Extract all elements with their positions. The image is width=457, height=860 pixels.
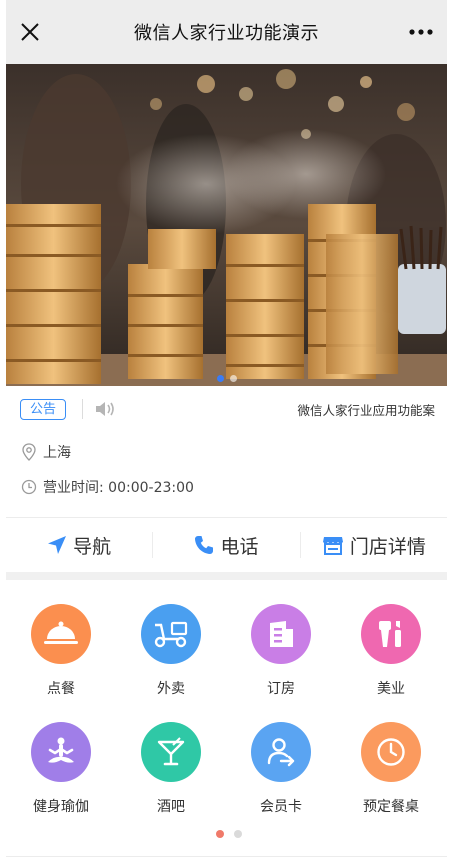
grid-label: 酒吧 <box>157 799 185 815</box>
navigation-label: 导航 <box>73 535 112 558</box>
member-card-icon <box>267 738 295 767</box>
section-gap <box>6 572 447 580</box>
cosmetics-icon <box>379 621 401 647</box>
scooter-icon <box>154 621 188 648</box>
icon-circle <box>31 604 91 664</box>
grid-item-yoga[interactable]: 健身瑜伽 <box>6 722 116 816</box>
page: 微信人家行业功能演示 公告 微信人家行业应用功能案 上海 营业时间: 00:00… <box>0 0 457 860</box>
icon-circle <box>361 604 421 664</box>
notice-tag: 公告 <box>20 398 67 420</box>
banner-dots <box>6 375 447 382</box>
grid-label: 美业 <box>377 681 405 697</box>
grid-label: 外卖 <box>157 681 185 697</box>
close-icon[interactable] <box>18 20 42 44</box>
page-title: 微信人家行业功能演示 <box>134 23 319 44</box>
banner-carousel[interactable] <box>6 64 447 386</box>
pagination-dot[interactable] <box>233 830 242 838</box>
address-row[interactable]: 上海 <box>21 442 71 462</box>
hours-text: 营业时间: 00:00-23:00 <box>43 480 194 496</box>
icon-circle <box>251 722 311 782</box>
phone-label: 电话 <box>220 535 259 558</box>
grid-label: 健身瑜伽 <box>33 799 89 815</box>
hours-row: 营业时间: 00:00-23:00 <box>21 477 194 497</box>
yoga-icon <box>48 737 74 763</box>
title-bar: 微信人家行业功能演示 <box>6 0 447 64</box>
store-details-button[interactable]: 门店详情 <box>301 532 447 559</box>
dining-cloche-icon <box>44 621 78 644</box>
action-bar: 导航 电话 门店详情 <box>6 518 447 572</box>
grid-item-member-card[interactable]: 会员卡 <box>226 722 336 816</box>
icon-circle <box>31 722 91 782</box>
clock-icon <box>377 738 405 766</box>
grid-item-bar[interactable]: 酒吧 <box>116 722 226 816</box>
pagination-dot[interactable] <box>215 830 224 838</box>
grid-item-beauty[interactable]: 美业 <box>336 604 446 698</box>
icon-circle <box>251 604 311 664</box>
speaker-icon <box>96 402 114 416</box>
grid-item-table-reservation[interactable]: 预定餐桌 <box>336 722 446 816</box>
grid-label: 订房 <box>267 681 295 697</box>
divider <box>6 856 447 857</box>
grid-item-takeout[interactable]: 外卖 <box>116 604 226 698</box>
phone-button[interactable]: 电话 <box>153 532 299 559</box>
navigation-icon <box>48 536 67 554</box>
cocktail-icon <box>157 737 185 766</box>
grid-label: 预定餐桌 <box>363 799 419 815</box>
icon-circle <box>361 722 421 782</box>
grid-item-room-booking[interactable]: 订房 <box>226 604 336 698</box>
banner-dot[interactable] <box>229 375 237 382</box>
divider <box>82 399 84 419</box>
hotel-icon <box>270 621 293 647</box>
store-icon <box>322 537 343 555</box>
phone-icon <box>195 536 214 554</box>
icon-circle <box>141 722 201 782</box>
banner-image <box>6 64 447 386</box>
grid-label: 会员卡 <box>260 799 302 815</box>
navigation-button[interactable]: 导航 <box>6 532 152 559</box>
banner-dot[interactable] <box>216 375 224 382</box>
clock-icon <box>21 479 37 495</box>
icon-circle <box>141 604 201 664</box>
location-pin-icon <box>22 443 36 461</box>
notice-bar[interactable]: 公告 微信人家行业应用功能案 <box>20 396 435 422</box>
store-details-label: 门店详情 <box>349 535 426 558</box>
more-icon[interactable] <box>407 22 435 42</box>
notice-text: 微信人家行业应用功能案 <box>297 402 435 418</box>
grid-pagination <box>0 830 457 838</box>
address-text: 上海 <box>43 445 71 461</box>
grid-label: 点餐 <box>47 681 75 697</box>
grid-item-dining[interactable]: 点餐 <box>6 604 116 698</box>
